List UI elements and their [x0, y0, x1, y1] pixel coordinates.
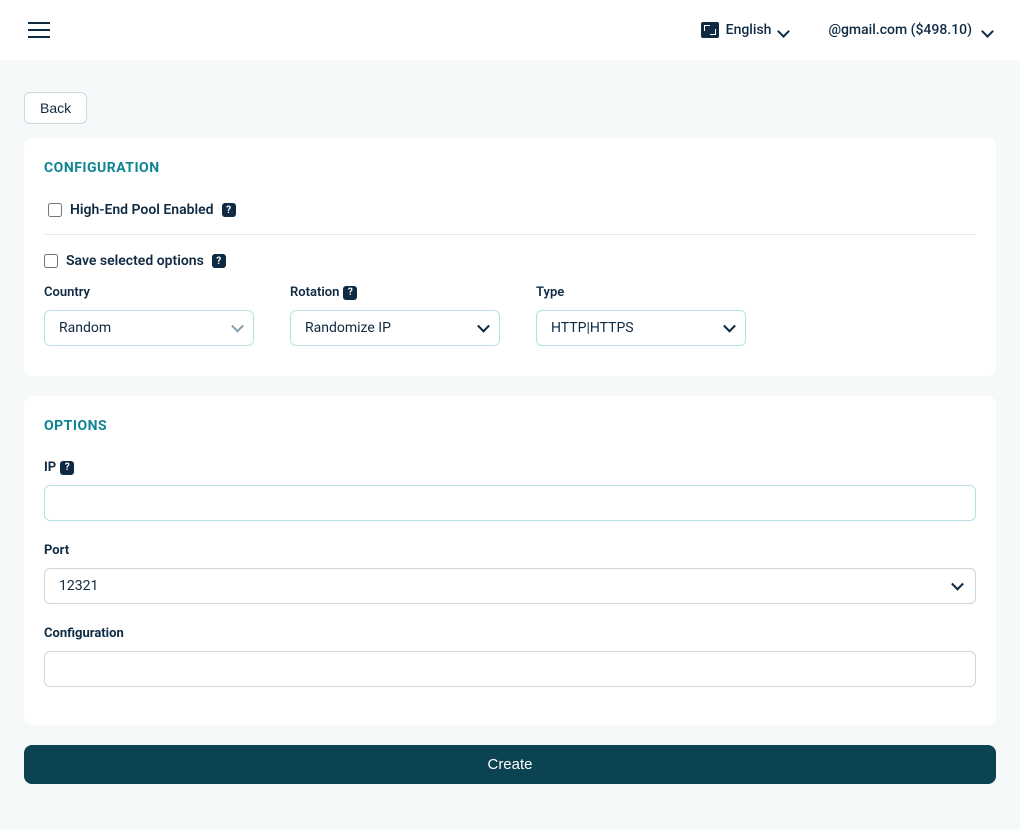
port-select[interactable]: 12321 [44, 568, 976, 604]
save-options-label: Save selected options [66, 253, 204, 269]
save-options-checkbox[interactable] [44, 254, 58, 268]
country-field: Country Random [44, 285, 254, 346]
highend-pool-checkbox[interactable] [48, 203, 62, 217]
help-icon[interactable]: ? [343, 286, 357, 300]
configuration-card: CONFIGURATION High-End Pool Enabled ? Sa… [24, 138, 996, 376]
content: Back CONFIGURATION High-End Pool Enabled… [0, 60, 1020, 804]
help-icon[interactable]: ? [222, 203, 236, 217]
rotation-label: Rotation ? [290, 285, 500, 300]
user-email-label: @gmail.com ($498.10) [828, 22, 972, 38]
ip-field: IP ? [44, 460, 976, 521]
type-label: Type [536, 285, 746, 300]
translate-icon [701, 22, 719, 38]
header-right: English @gmail.com ($498.10) [701, 22, 992, 38]
configuration-input[interactable] [44, 651, 976, 687]
type-select[interactable]: HTTP|HTTPS [536, 310, 746, 346]
configuration-field: Configuration [44, 626, 976, 687]
chevron-down-icon [982, 25, 992, 35]
chevron-down-icon [778, 25, 788, 35]
help-icon[interactable]: ? [60, 461, 74, 475]
highend-pool-label: High-End Pool Enabled [70, 202, 214, 218]
create-button[interactable]: Create [24, 745, 996, 784]
type-field: Type HTTP|HTTPS [536, 285, 746, 346]
country-value: Random [59, 320, 111, 336]
header: English @gmail.com ($498.10) [0, 0, 1020, 60]
language-switcher[interactable]: English [701, 22, 789, 38]
highend-pool-row: High-End Pool Enabled ? [48, 202, 976, 218]
port-label: Port [44, 543, 976, 558]
rotation-select[interactable]: Randomize IP [290, 310, 500, 346]
create-button-label: Create [487, 756, 532, 773]
configuration-title: CONFIGURATION [44, 160, 976, 176]
port-field: Port 12321 [44, 543, 976, 604]
rotation-field: Rotation ? Randomize IP [290, 285, 500, 346]
config-fields: Country Random Rotation ? Randomize IP [44, 285, 976, 346]
back-button[interactable]: Back [24, 92, 87, 124]
divider [44, 234, 976, 235]
back-button-label: Back [40, 100, 71, 116]
help-icon[interactable]: ? [212, 254, 226, 268]
menu-icon[interactable] [28, 22, 52, 38]
country-label: Country [44, 285, 254, 300]
configuration-label: Configuration [44, 626, 976, 641]
language-label: English [726, 22, 772, 38]
country-select[interactable]: Random [44, 310, 254, 346]
ip-input[interactable] [44, 485, 976, 521]
save-options-row: Save selected options ? [44, 253, 976, 269]
options-title: OPTIONS [44, 418, 976, 434]
user-menu[interactable]: @gmail.com ($498.10) [828, 22, 992, 38]
ip-label: IP ? [44, 460, 976, 475]
options-card: OPTIONS IP ? Port 12321 Configuration [24, 396, 996, 725]
